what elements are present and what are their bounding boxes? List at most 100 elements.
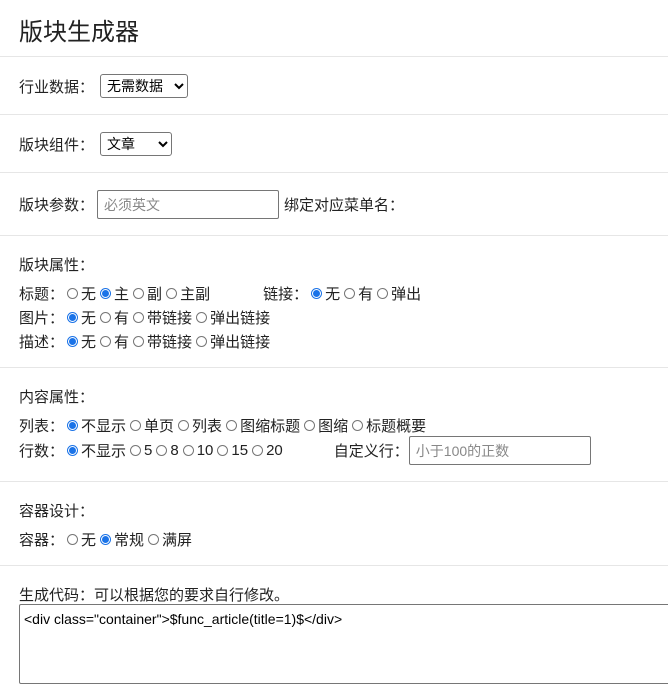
- rows-option[interactable]: 8: [153, 442, 179, 459]
- radio-button[interactable]: [67, 288, 79, 299]
- radio-button[interactable]: [377, 288, 389, 299]
- radio-button[interactable]: [67, 445, 79, 456]
- params-row: 版块参数： 绑定对应菜单名：: [19, 190, 404, 219]
- desc-option[interactable]: 有: [97, 331, 129, 352]
- radio-button[interactable]: [130, 445, 142, 456]
- radio-button[interactable]: [311, 288, 323, 299]
- radio-button[interactable]: [196, 336, 208, 347]
- desc-option-label: 带链接: [147, 334, 193, 351]
- radio-button[interactable]: [182, 445, 194, 456]
- rows-radio-group: 不显示 5 8 10 15 20: [64, 440, 284, 461]
- radio-button[interactable]: [133, 336, 145, 347]
- container-radio-group: 无 常规 满屏: [64, 529, 193, 550]
- title-option[interactable]: 主副: [163, 283, 210, 304]
- title-label: 标题：: [19, 286, 65, 303]
- rows-option-label: 不显示: [81, 443, 127, 460]
- radio-button[interactable]: [178, 420, 190, 431]
- link-option[interactable]: 弹出: [374, 283, 421, 304]
- list-option[interactable]: 不显示: [64, 415, 126, 436]
- desc-option[interactable]: 带链接: [130, 331, 192, 352]
- title-option-label: 主: [114, 286, 130, 303]
- title-option-label: 无: [81, 286, 97, 303]
- radio-button[interactable]: [226, 420, 238, 431]
- link-option[interactable]: 无: [308, 283, 340, 304]
- list-label: 列表：: [19, 418, 65, 435]
- radio-button[interactable]: [166, 288, 178, 299]
- list-option-label: 标题概要: [366, 418, 427, 435]
- rows-option[interactable]: 不显示: [64, 440, 126, 461]
- image-option[interactable]: 无: [64, 307, 96, 328]
- radio-button[interactable]: [100, 534, 112, 545]
- params-label: 版块参数：: [19, 197, 95, 214]
- radio-button[interactable]: [67, 312, 79, 323]
- rows-option[interactable]: 10: [180, 442, 214, 459]
- radio-button[interactable]: [196, 312, 208, 323]
- list-option[interactable]: 单页: [127, 415, 174, 436]
- rows-option-label: 8: [170, 442, 179, 459]
- radio-button[interactable]: [217, 445, 229, 456]
- divider: [0, 367, 668, 368]
- radio-button[interactable]: [252, 445, 264, 456]
- divider: [0, 565, 668, 566]
- radio-button[interactable]: [100, 312, 112, 323]
- rows-option[interactable]: 15: [214, 442, 248, 459]
- params-input[interactable]: [97, 190, 280, 219]
- radio-button[interactable]: [133, 288, 145, 299]
- container-option[interactable]: 无: [64, 529, 96, 550]
- industry-select[interactable]: 无需数据: [100, 74, 189, 98]
- radio-button[interactable]: [344, 288, 356, 299]
- block-attrs-heading: 版块属性：: [19, 257, 95, 274]
- divider: [0, 172, 668, 173]
- radio-button[interactable]: [67, 534, 79, 545]
- link-option-label: 有: [358, 286, 374, 303]
- rows-option[interactable]: 20: [249, 442, 283, 459]
- code-output-textarea[interactable]: <div class="container">$func_article(tit…: [19, 604, 668, 684]
- output-label: 生成代码：可以根据您的要求自行修改。: [19, 587, 290, 604]
- desc-option-label: 有: [114, 334, 130, 351]
- divider: [0, 235, 668, 236]
- title-radio-group: 无主副主副: [64, 283, 211, 304]
- container-option[interactable]: 满屏: [145, 529, 192, 550]
- desc-option[interactable]: 弹出链接: [193, 331, 270, 352]
- image-option-label: 有: [114, 310, 130, 327]
- component-select[interactable]: 文章: [100, 132, 173, 156]
- desc-option-label: 无: [81, 334, 97, 351]
- industry-label: 行业数据：: [19, 78, 95, 96]
- list-option-label: 图缩标题: [240, 418, 301, 435]
- list-option[interactable]: 图缩: [301, 415, 348, 436]
- list-option-label: 单页: [144, 418, 175, 435]
- container-heading: 容器设计：: [19, 503, 95, 520]
- radio-button[interactable]: [352, 420, 364, 431]
- rows-option-label: 10: [196, 442, 214, 459]
- radio-button[interactable]: [100, 336, 112, 347]
- radio-button[interactable]: [67, 420, 79, 431]
- radio-button[interactable]: [304, 420, 316, 431]
- link-option[interactable]: 有: [341, 283, 373, 304]
- rows-option[interactable]: 5: [127, 442, 152, 459]
- title-option[interactable]: 主: [97, 283, 129, 304]
- title-option[interactable]: 无: [64, 283, 96, 304]
- rows-option-label: 20: [266, 442, 283, 459]
- desc-option-label: 弹出链接: [210, 334, 271, 351]
- image-option[interactable]: 带链接: [130, 307, 192, 328]
- image-option[interactable]: 有: [97, 307, 129, 328]
- container-option[interactable]: 常规: [97, 529, 144, 550]
- title-option[interactable]: 副: [130, 283, 162, 304]
- container-option-label: 满屏: [162, 532, 193, 549]
- custom-rows-input[interactable]: [408, 436, 591, 465]
- list-option[interactable]: 标题概要: [349, 415, 426, 436]
- list-option[interactable]: 图缩标题: [223, 415, 300, 436]
- divider: [0, 481, 668, 482]
- radio-button[interactable]: [133, 312, 145, 323]
- radio-button[interactable]: [130, 420, 142, 431]
- radio-button[interactable]: [100, 288, 112, 299]
- image-option[interactable]: 弹出链接: [193, 307, 270, 328]
- image-option-label: 弹出链接: [210, 310, 271, 327]
- radio-button[interactable]: [67, 336, 79, 347]
- container-option-label: 常规: [114, 532, 145, 549]
- radio-button[interactable]: [148, 534, 160, 545]
- list-option[interactable]: 列表: [175, 415, 222, 436]
- desc-option[interactable]: 无: [64, 331, 96, 352]
- link-label: 链接：: [263, 286, 309, 303]
- radio-button[interactable]: [156, 445, 168, 456]
